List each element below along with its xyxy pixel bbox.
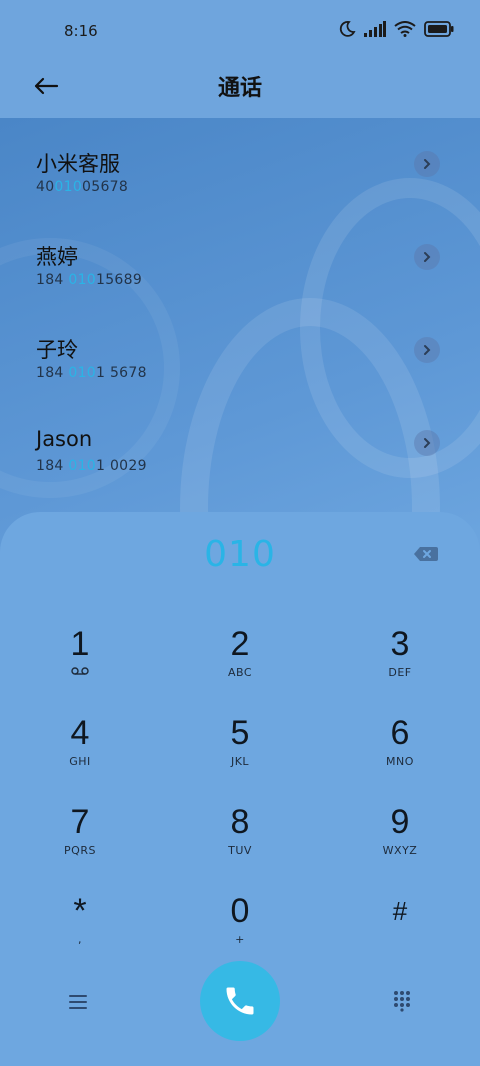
contact-result[interactable]: 小米客服 4001005678: [0, 118, 480, 211]
key-digit: 6: [390, 714, 410, 752]
key-letters: PQRS: [64, 844, 96, 857]
key-4[interactable]: 4 GHI: [20, 713, 140, 793]
contact-name: Jason: [36, 427, 93, 451]
contact-number: 184 0101 5678: [36, 365, 147, 381]
chevron-right-icon: [424, 438, 431, 448]
header: 通话: [0, 60, 480, 118]
key-7[interactable]: 7 PQRS: [20, 802, 140, 882]
keypad-toggle-button[interactable]: [390, 988, 414, 1012]
key-letters: DEF: [388, 666, 412, 679]
contact-result[interactable]: 子玲 184 0101 5678: [0, 304, 480, 397]
contact-details-button[interactable]: [414, 244, 440, 270]
wifi-icon: [394, 21, 416, 41]
contact-name: 子玲: [36, 338, 78, 362]
key-1[interactable]: 1: [20, 624, 140, 704]
contact-number: 184 0101 0029: [36, 458, 147, 474]
key-digit: 2: [230, 625, 250, 663]
contact-number: 4001005678: [36, 179, 129, 195]
contact-result[interactable]: 燕婷 184 01015689: [0, 211, 480, 304]
dialpad-icon: [394, 991, 410, 1012]
key-hash[interactable]: #: [340, 891, 460, 971]
contact-details-button[interactable]: [414, 151, 440, 177]
phone-icon: [226, 987, 254, 1015]
key-letters: ABC: [227, 666, 253, 679]
key-digit: 3: [390, 625, 410, 663]
contact-result[interactable]: Jason 184 0101 0029: [0, 397, 480, 490]
battery-icon: [424, 21, 454, 41]
number-match-highlight: 010: [54, 179, 83, 195]
backspace-icon: [414, 547, 438, 561]
key-digit: *: [73, 892, 87, 930]
call-button[interactable]: [200, 961, 280, 1041]
key-letters: JKL: [230, 755, 250, 768]
key-digit: 5: [230, 714, 250, 752]
status-bar: 8:16: [0, 0, 480, 60]
key-6[interactable]: 6 MNO: [340, 713, 460, 793]
number-match-highlight: 010: [68, 365, 96, 381]
chevron-right-icon: [424, 345, 431, 355]
key-3[interactable]: 3 DEF: [340, 624, 460, 704]
key-star[interactable]: * ,: [20, 891, 140, 971]
key-letters: WXYZ: [382, 844, 418, 857]
moon-icon: [338, 20, 356, 42]
menu-button[interactable]: [66, 990, 90, 1014]
key-0[interactable]: 0 +: [180, 891, 300, 971]
key-digit: 7: [70, 803, 90, 841]
chevron-right-icon: [424, 252, 431, 262]
key-5[interactable]: 5 JKL: [180, 713, 300, 793]
contact-number: 184 01015689: [36, 272, 143, 288]
key-digit: 4: [70, 714, 90, 752]
key-digit: 8: [230, 803, 250, 841]
key-digit: 1: [70, 625, 90, 663]
status-time: 8:16: [64, 22, 98, 40]
menu-icon: [69, 995, 87, 1009]
key-digit: 9: [390, 803, 410, 841]
key-8[interactable]: 8 TUV: [180, 802, 300, 882]
voicemail-icon: [20, 666, 140, 679]
delete-button[interactable]: [412, 544, 440, 564]
dialed-number-input[interactable]: 010: [0, 534, 480, 575]
number-match-highlight: 010: [68, 272, 96, 288]
key-9[interactable]: 9 WXYZ: [340, 802, 460, 882]
contact-name: 燕婷: [36, 245, 78, 269]
contact-name: 小米客服: [36, 152, 120, 176]
key-letters: +: [235, 933, 245, 946]
number-match-highlight: 010: [68, 458, 96, 474]
key-letters: TUV: [228, 844, 252, 857]
key-letters: MNO: [386, 755, 414, 768]
key-letters: GHI: [69, 755, 91, 768]
key-2[interactable]: 2 ABC: [180, 624, 300, 704]
key-digit: #: [392, 896, 408, 926]
key-digit: 0: [230, 892, 250, 930]
signal-icon: [364, 21, 386, 41]
bottom-action-bar: [0, 960, 480, 1050]
key-letters: ,: [78, 933, 82, 946]
contact-details-button[interactable]: [414, 430, 440, 456]
chevron-right-icon: [424, 159, 431, 169]
contact-details-button[interactable]: [414, 337, 440, 363]
page-title: 通话: [217, 76, 262, 101]
